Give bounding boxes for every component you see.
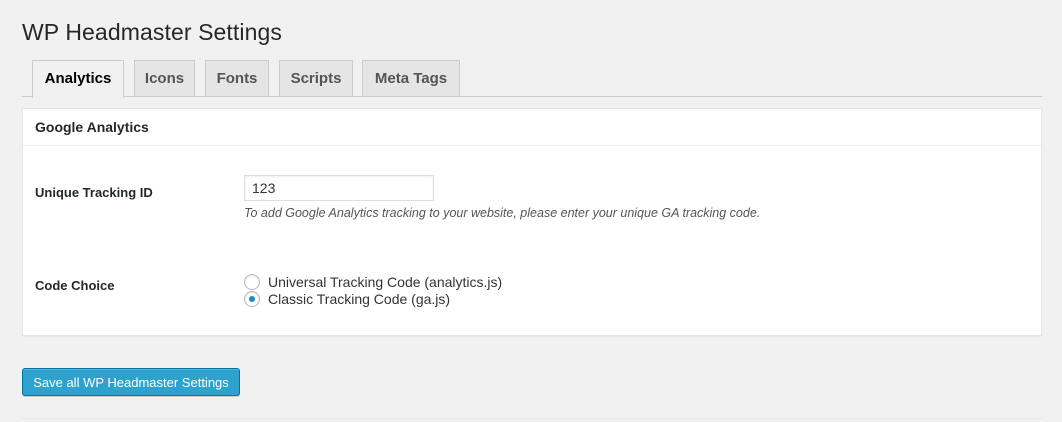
radio-button-universal[interactable] [244, 274, 260, 290]
google-analytics-panel: Google Analytics Unique Tracking ID To a… [22, 108, 1042, 336]
tab-icons[interactable]: Icons [134, 60, 195, 96]
tab-scripts[interactable]: Scripts [279, 60, 353, 96]
radio-option-classic[interactable]: Classic Tracking Code (ga.js) [244, 290, 450, 308]
code-choice-label: Code Choice [35, 278, 115, 293]
page-title: WP Headmaster Settings [22, 19, 282, 45]
divider [22, 418, 1042, 419]
tab-fonts[interactable]: Fonts [205, 60, 269, 96]
panel-title: Google Analytics [23, 109, 1041, 146]
tracking-id-label: Unique Tracking ID [35, 185, 153, 200]
radio-label-classic: Classic Tracking Code (ga.js) [268, 291, 451, 307]
tab-analytics[interactable]: Analytics [32, 60, 124, 98]
tracking-id-description: To add Google Analytics tracking to your… [244, 206, 761, 220]
radio-option-universal[interactable]: Universal Tracking Code (analytics.js) [244, 273, 502, 291]
save-settings-button[interactable]: Save all WP Headmaster Settings [22, 368, 240, 396]
tracking-id-input[interactable] [244, 175, 434, 201]
tab-bar: Analytics Icons Fonts Scripts Meta Tags [22, 58, 1042, 98]
radio-label-universal: Universal Tracking Code (analytics.js) [268, 274, 503, 290]
tab-meta-tags[interactable]: Meta Tags [362, 60, 460, 96]
radio-button-classic[interactable] [244, 291, 260, 307]
